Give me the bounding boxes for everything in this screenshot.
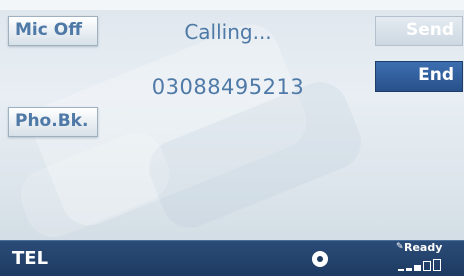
end-call-button[interactable]: End — [375, 61, 463, 92]
signal-bar — [433, 259, 441, 271]
rotary-knob-icon — [312, 251, 328, 267]
pen-icon: ✎ — [396, 242, 404, 252]
signal-strength-icon — [398, 257, 460, 271]
screen-title: TEL — [12, 248, 49, 269]
status-bar: TEL ✎ Ready — [0, 240, 464, 276]
ready-indicator: ✎ Ready — [396, 241, 464, 276]
signal-bar — [414, 265, 421, 271]
signal-bar — [398, 269, 404, 271]
signal-bar — [406, 268, 412, 271]
signal-bar — [423, 261, 431, 271]
telephone-screen: Mic Off Pho.Bk. Calling... 03088495213 S… — [0, 0, 464, 276]
send-button[interactable]: Send — [375, 16, 463, 46]
phonebook-button[interactable]: Pho.Bk. — [8, 107, 98, 137]
ready-label: Ready — [404, 241, 443, 254]
top-strip — [0, 0, 464, 10]
